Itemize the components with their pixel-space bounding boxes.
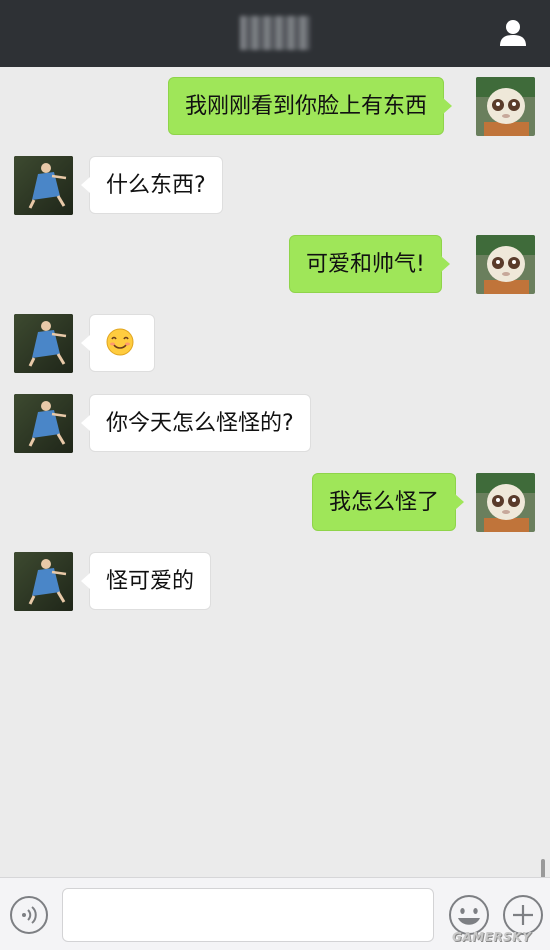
- girl-photo-avatar[interactable]: [14, 552, 73, 611]
- watermark: GAMERSKY: [452, 930, 532, 944]
- message-list[interactable]: 我刚刚看到你脸上有东西 什么东西? 可爱和帅气! 你今天怎么怪怪的? 我怎么怪了…: [0, 67, 550, 941]
- voice-icon: [22, 906, 37, 924]
- incoming-message-bubble[interactable]: [81, 314, 155, 372]
- incoming-message-bubble[interactable]: 什么东西?: [81, 156, 223, 214]
- message-row: 你今天怎么怪怪的?: [0, 394, 550, 454]
- plush-doll-avatar[interactable]: [476, 77, 535, 136]
- message-row: 我刚刚看到你脸上有东西: [0, 77, 550, 137]
- girl-photo-avatar[interactable]: [14, 156, 73, 215]
- outgoing-message-bubble[interactable]: 可爱和帅气!: [289, 235, 450, 293]
- plush-doll-avatar[interactable]: [476, 473, 535, 532]
- message-row: 什么东西?: [0, 156, 550, 216]
- message-row: [0, 314, 550, 374]
- incoming-message-bubble[interactable]: 怪可爱的: [80, 552, 212, 610]
- girl-photo-avatar[interactable]: [14, 314, 73, 373]
- smiling-face-with-heart-eyes-icon: [106, 328, 134, 356]
- incoming-message-bubble[interactable]: 你今天怎么怪怪的?: [81, 394, 311, 452]
- chat-title: [240, 16, 310, 50]
- plush-doll-avatar[interactable]: [476, 235, 535, 294]
- person-icon[interactable]: [498, 18, 528, 48]
- message-row: 怪可爱的: [0, 552, 550, 612]
- girl-photo-avatar[interactable]: [14, 394, 73, 453]
- outgoing-message-bubble[interactable]: 我怎么怪了: [312, 473, 465, 531]
- message-row: 可爱和帅气!: [0, 235, 550, 295]
- message-row: 我怎么怪了: [0, 473, 550, 533]
- message-input[interactable]: [62, 888, 434, 942]
- outgoing-message-bubble[interactable]: 我刚刚看到你脸上有东西: [168, 77, 453, 135]
- voice-button[interactable]: [10, 896, 48, 934]
- chat-header: [0, 0, 550, 67]
